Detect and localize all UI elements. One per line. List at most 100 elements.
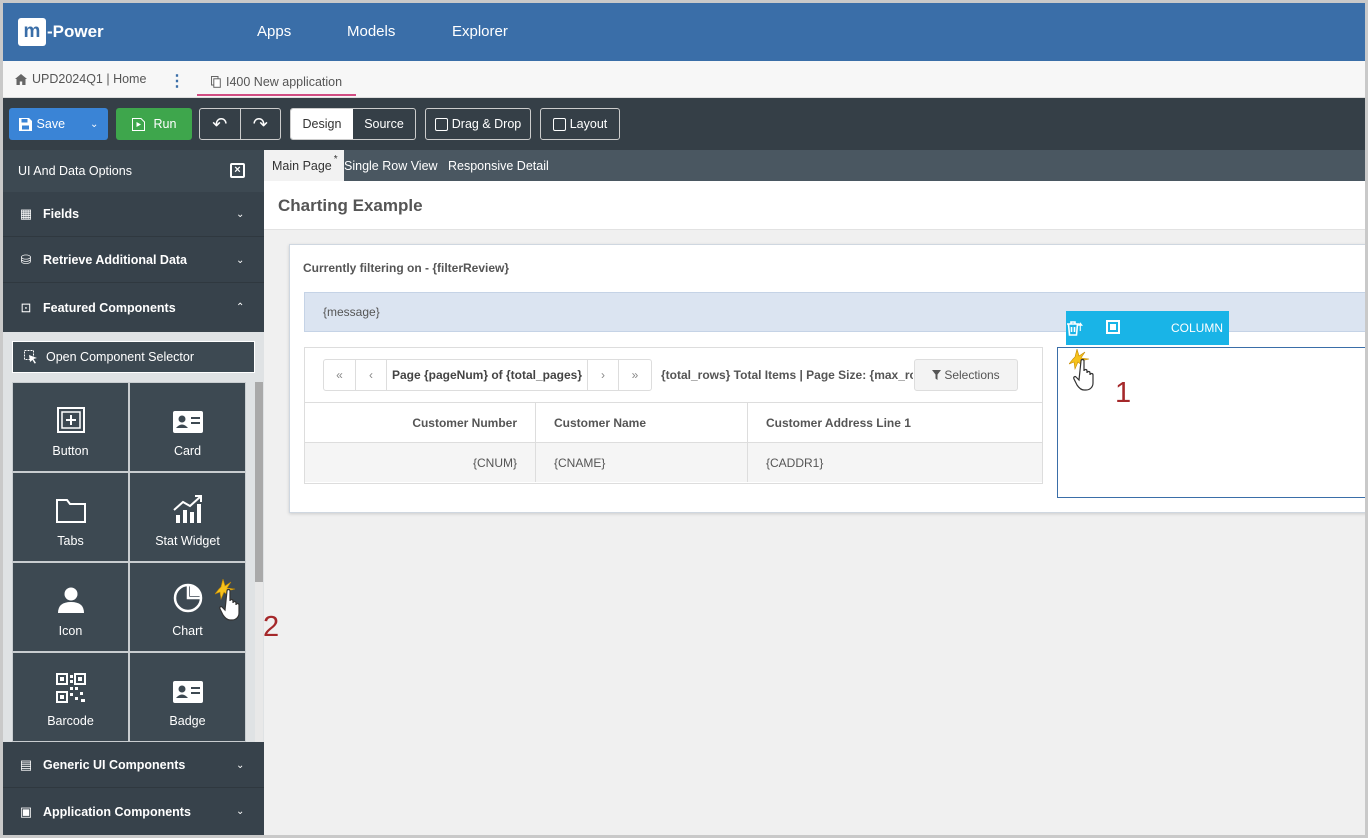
- drag-drop-toggle[interactable]: Drag & Drop: [425, 108, 531, 140]
- chevron-down-icon: ⌄: [236, 806, 245, 817]
- selections-button[interactable]: Selections: [914, 359, 1018, 391]
- move-up-icon[interactable]: 🠅: [1077, 318, 1084, 339]
- tile-badge[interactable]: Badge: [129, 652, 246, 742]
- save-button[interactable]: Save ⌄: [9, 108, 108, 140]
- run-button[interactable]: Run: [116, 108, 192, 140]
- tab-responsive-detail[interactable]: Responsive Detail: [448, 150, 549, 181]
- undo-icon[interactable]: ↶: [200, 109, 241, 139]
- top-nav-bar: m -Power Apps Models Explorer: [3, 3, 1365, 61]
- view-mode-toggle: Design Source: [290, 108, 416, 140]
- redo-icon[interactable]: ↷: [241, 109, 281, 139]
- first-page-button[interactable]: «: [324, 360, 356, 390]
- column-header-customer-address[interactable]: Customer Address Line 1: [748, 402, 1042, 442]
- next-page-button[interactable]: ›: [588, 360, 619, 390]
- page-indicator: Page {pageNum} of {total_pages}: [387, 360, 588, 390]
- drag-drop-checkbox[interactable]: [434, 117, 448, 131]
- canvas-header: Charting Example: [264, 181, 1365, 230]
- tile-icon[interactable]: Icon: [12, 562, 129, 652]
- app-tab-active[interactable]: I400 New application: [197, 70, 357, 96]
- total-items-text: {total_rows} Total Items | Page Size: {m…: [661, 368, 913, 382]
- tile-icon-label: Icon: [58, 624, 83, 638]
- tile-card[interactable]: Card: [129, 382, 246, 472]
- step-number-2: 2: [263, 611, 280, 643]
- table-icon: ▦: [19, 206, 33, 221]
- tile-tabs[interactable]: Tabs: [12, 472, 129, 562]
- column-label: COLUMN: [1171, 321, 1224, 335]
- tab-single-row-view[interactable]: Single Row View: [344, 150, 438, 181]
- chevron-down-icon: ⌄: [236, 208, 245, 220]
- home-tab-label: UPD2024Q1 | Home: [32, 72, 147, 86]
- close-icon[interactable]: ×: [230, 163, 245, 178]
- plus-square-icon: [56, 407, 85, 438]
- save-label: Save: [36, 117, 66, 131]
- open-component-selector-button[interactable]: Open Component Selector: [12, 341, 255, 373]
- selections-label: Selections: [944, 368, 1000, 382]
- table-cell-cnum[interactable]: {CNUM}: [305, 442, 536, 482]
- tile-card-label: Card: [173, 444, 202, 458]
- breadcrumb-bar: UPD2024Q1 | Home ⋮ I400 New application: [3, 61, 1365, 98]
- app-tab-label: I400 New application: [226, 75, 343, 89]
- home-tab[interactable]: UPD2024Q1 | Home: [15, 72, 146, 86]
- tab-main-page[interactable]: Main Page *: [264, 150, 344, 181]
- tile-badge-label: Badge: [169, 714, 206, 728]
- cursor-select-icon: [24, 350, 37, 364]
- nav-apps[interactable]: Apps: [257, 23, 291, 40]
- section-application-components[interactable]: ▣ Application Components ⌄: [3, 789, 264, 834]
- nav-models[interactable]: Models: [347, 23, 395, 40]
- column-header-customer-name[interactable]: Customer Name: [536, 402, 748, 442]
- layout-label: Layout: [569, 117, 608, 131]
- logo-m-mark: m: [18, 18, 46, 46]
- section-app-components-label: Application Components: [43, 804, 191, 819]
- table-cell-caddr1[interactable]: {CADDR1}: [748, 442, 1042, 482]
- pie-chart-icon: [173, 583, 203, 618]
- section-fields[interactable]: ▦ Fields ⌄: [3, 192, 264, 237]
- layout-toggle[interactable]: Layout: [540, 108, 620, 140]
- chevron-down-icon: ⌄: [236, 254, 245, 266]
- save-dropdown-chevron-icon[interactable]: ⌄: [90, 119, 98, 130]
- mpower-logo[interactable]: m -Power: [18, 18, 104, 46]
- unsaved-marker: *: [333, 154, 338, 165]
- id-badge-icon: [172, 680, 203, 708]
- more-vertical-icon[interactable]: ⋮: [169, 71, 185, 91]
- click-cursor-icon-2: [214, 577, 245, 630]
- list-box-icon: ▤: [19, 757, 33, 772]
- sidebar-header: UI And Data Options ×: [3, 150, 264, 192]
- folder-icon: [55, 499, 86, 528]
- chevron-down-icon: ⌄: [236, 759, 245, 771]
- database-icon: ⛁: [20, 252, 32, 267]
- ui-data-options-sidebar: UI And Data Options × ▦ Fields ⌄ ⛁ Retri…: [3, 150, 264, 835]
- design-mode-button[interactable]: Design: [291, 109, 353, 139]
- chart-growth-icon: [172, 495, 203, 528]
- tile-chart-label: Chart: [172, 624, 203, 638]
- tile-stat-widget[interactable]: Stat Widget: [129, 472, 246, 562]
- tiles-scrollbar-thumb[interactable]: [255, 382, 263, 582]
- tile-stat-widget-label: Stat Widget: [155, 534, 220, 548]
- run-label: Run: [153, 117, 177, 131]
- select-parent-icon[interactable]: [1106, 320, 1120, 334]
- prev-page-button[interactable]: ‹: [356, 360, 387, 390]
- layout-checkbox[interactable]: [552, 117, 566, 131]
- tab-main-page-label: Main Page: [272, 158, 332, 173]
- section-featured-components[interactable]: ⊡ Featured Components ⌃: [3, 285, 264, 330]
- user-icon: [57, 587, 85, 618]
- column-header-customer-number[interactable]: Customer Number: [305, 402, 536, 442]
- table-cell-cname[interactable]: {CNAME}: [536, 442, 748, 482]
- home-icon: [15, 73, 27, 85]
- filter-text[interactable]: Currently filtering on - {filterReview}: [303, 261, 509, 275]
- tile-button[interactable]: Button: [12, 382, 129, 472]
- id-card-icon: [172, 410, 203, 438]
- selected-column-dropzone[interactable]: [1057, 347, 1365, 498]
- last-page-button[interactable]: »: [619, 360, 651, 390]
- message-text: {message}: [323, 305, 380, 319]
- section-generic-ui[interactable]: ▤ Generic UI Components ⌄: [3, 743, 264, 788]
- tile-barcode[interactable]: Barcode: [12, 652, 129, 742]
- section-featured-label: Featured Components: [43, 300, 176, 315]
- section-retrieve-data[interactable]: ⛁ Retrieve Additional Data ⌄: [3, 238, 264, 283]
- tile-button-label: Button: [52, 444, 89, 458]
- page-title[interactable]: Charting Example: [278, 196, 423, 216]
- source-mode-button[interactable]: Source: [353, 109, 415, 139]
- tile-tabs-label: Tabs: [57, 534, 84, 548]
- nav-explorer[interactable]: Explorer: [452, 23, 508, 40]
- run-icon: [131, 117, 145, 131]
- qr-code-icon: [55, 673, 86, 708]
